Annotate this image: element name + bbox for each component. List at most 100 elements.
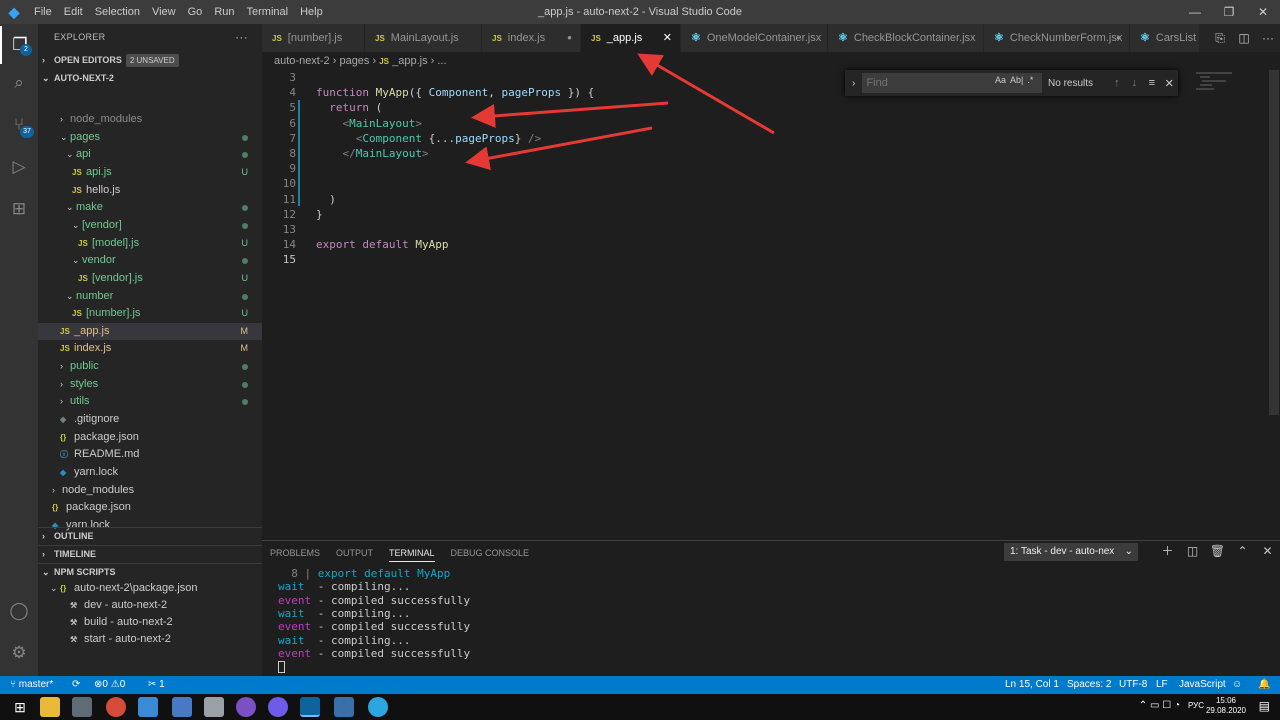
windows-start-icon[interactable]: ⊞	[10, 697, 30, 717]
app-icon[interactable]	[138, 697, 158, 717]
encoding[interactable]: UTF-8	[1119, 676, 1147, 694]
clock[interactable]: 15:06 29.08.2020	[1206, 696, 1246, 716]
tree-item[interactable]: › node_modules	[38, 482, 262, 500]
match-word-icon[interactable]: Ab|	[1010, 75, 1023, 85]
minimize-icon[interactable]: —	[1178, 0, 1212, 24]
tree-item[interactable]: {} package.json	[38, 429, 262, 447]
timeline-section[interactable]: › TIMELINE	[38, 545, 262, 562]
tab-4[interactable]: ⚛ OneModelContainer.jsx	[681, 24, 828, 52]
menu-file[interactable]: File	[28, 6, 58, 18]
find-in-selection-icon[interactable]: ≡	[1143, 77, 1160, 89]
tree-item[interactable]: {} package.json	[38, 499, 262, 517]
more-actions-icon[interactable]: ···	[1256, 31, 1280, 45]
tree-item[interactable]: ⓘ README.md	[38, 446, 262, 464]
tree-item[interactable]: › utils	[38, 393, 262, 411]
outline-section[interactable]: › OUTLINE	[38, 527, 262, 544]
breadcrumb-item[interactable]: pages	[339, 55, 369, 67]
app-icon[interactable]	[334, 697, 354, 717]
breadcrumb-item[interactable]: auto-next-2	[274, 55, 330, 67]
breadcrumb-item[interactable]: _app.js	[392, 55, 427, 67]
chevron-up-icon[interactable]: ⌃	[1230, 541, 1255, 561]
tree-item[interactable]: ⌄ [vendor]	[38, 217, 262, 235]
tree-item[interactable]: JS hello.js	[38, 182, 262, 200]
tab-2[interactable]: JS index.js ●	[482, 24, 581, 52]
source-control-icon[interactable]: ⑂	[0, 106, 38, 144]
regex-icon[interactable]: .*	[1027, 75, 1033, 85]
editor-scrollbar[interactable]	[1269, 70, 1279, 415]
tree-item[interactable]: ⌄ number	[38, 288, 262, 306]
arrow-up-icon[interactable]: ↑	[1108, 77, 1125, 89]
problems-indicator[interactable]: ⊗0 ⚠0	[94, 676, 125, 694]
tree-item[interactable]: JS [model].js U	[38, 235, 262, 253]
search-icon[interactable]: ⌕	[0, 64, 38, 102]
menu-go[interactable]: Go	[182, 6, 209, 18]
tab-7[interactable]: ⚛ CarsList	[1130, 24, 1200, 52]
system-tray-icons[interactable]: ⌃ ▭ ☐ ◔	[1139, 700, 1180, 711]
sync-icon[interactable]: ⟳	[72, 676, 80, 694]
account-icon[interactable]: ◯	[0, 592, 38, 630]
calculator-icon[interactable]	[204, 697, 224, 717]
app-icon[interactable]	[72, 697, 92, 717]
tab-5[interactable]: ⚛ CheckBlockContainer.jsx	[828, 24, 984, 52]
npm-package-item[interactable]: ⌄{} auto-next-2\package.json	[38, 580, 262, 598]
tree-item[interactable]: JS _app.js M	[38, 322, 262, 341]
tree-item[interactable]: › styles	[38, 376, 262, 394]
split-editor-icon[interactable]: ◫	[1232, 31, 1256, 45]
restore-icon[interactable]: ❐	[1212, 0, 1246, 24]
arrow-down-icon[interactable]: ↓	[1126, 77, 1143, 89]
tab-debug-console[interactable]: DEBUG CONSOLE	[451, 545, 530, 562]
tree-item[interactable]: ⌄ make	[38, 199, 262, 217]
menu-terminal[interactable]: Terminal	[241, 6, 295, 18]
menu-edit[interactable]: Edit	[58, 6, 89, 18]
npm-script-build[interactable]: ⚒ build - auto-next-2	[38, 614, 262, 632]
menu-run[interactable]: Run	[208, 6, 240, 18]
notification-icon[interactable]: ▤	[1259, 699, 1270, 713]
tree-item[interactable]: JS api.js U	[38, 164, 262, 182]
menu-view[interactable]: View	[146, 6, 182, 18]
tab-terminal[interactable]: TERMINAL	[389, 545, 435, 562]
telegram-icon[interactable]	[368, 697, 388, 717]
cursor-position[interactable]: Ln 15, Col 1	[1005, 676, 1059, 694]
tab-6[interactable]: ⚛ CheckNumberForm.jsx ●	[984, 24, 1130, 52]
chrome-icon[interactable]	[106, 697, 126, 717]
tree-item[interactable]: ⌄ api	[38, 146, 262, 164]
language-mode[interactable]: JavaScript	[1179, 676, 1226, 694]
feedback-icon[interactable]: ☺	[1232, 676, 1242, 694]
bell-icon[interactable]: 🔔	[1258, 676, 1270, 694]
code-editor[interactable]: 3 4 function MyApp({ Component, pageProps …	[262, 70, 1280, 540]
breadcrumb-item[interactable]: ...	[437, 55, 446, 67]
viber-icon[interactable]	[236, 697, 256, 717]
unsaved-dot-icon[interactable]: ●	[567, 24, 572, 52]
tree-item[interactable]: ◆ yarn.lock	[38, 464, 262, 482]
app-icon[interactable]	[268, 697, 288, 717]
tree-item[interactable]: JS [vendor].js U	[38, 270, 262, 288]
extensions-icon[interactable]: ⊞	[0, 190, 38, 228]
close-icon[interactable]: ✕	[663, 24, 672, 52]
trash-icon[interactable]: 🗑	[1205, 541, 1230, 561]
plus-icon[interactable]: ＋	[1155, 541, 1180, 561]
menu-help[interactable]: Help	[294, 6, 329, 18]
tree-item[interactable]: JS [number].js U	[38, 305, 262, 323]
match-case-icon[interactable]: Aa	[995, 75, 1006, 85]
unsaved-dot-icon[interactable]: ●	[1116, 24, 1121, 52]
npm-script-start[interactable]: ⚒ start - auto-next-2	[38, 631, 262, 649]
tree-item[interactable]: › node_modules	[38, 111, 262, 129]
keyboard-language[interactable]: РУС	[1188, 701, 1204, 710]
run-debug-icon[interactable]: ▷	[0, 148, 38, 186]
tab-problems[interactable]: PROBLEMS	[270, 545, 320, 562]
open-editors-section[interactable]: › OPEN EDITORS 2 UNSAVED	[38, 52, 262, 69]
ports-indicator[interactable]: ✂ 1	[148, 676, 165, 694]
split-terminal-icon[interactable]: ◫	[1180, 541, 1205, 561]
settings-gear-icon[interactable]: ⚙	[0, 634, 38, 672]
line-ending[interactable]: LF	[1156, 676, 1168, 694]
tree-item[interactable]: › public	[38, 358, 262, 376]
close-icon[interactable]: ✕	[1161, 77, 1178, 90]
branch-indicator[interactable]: ⑂ master*	[10, 676, 53, 694]
indentation[interactable]: Spaces: 2	[1067, 676, 1111, 694]
tab-output[interactable]: OUTPUT	[336, 545, 373, 562]
tree-item[interactable]: JS index.js M	[38, 340, 262, 358]
split-compare-icon[interactable]: ⎘	[1208, 31, 1232, 46]
menu-selection[interactable]: Selection	[89, 6, 146, 18]
minimap[interactable]	[1190, 70, 1268, 150]
npm-scripts-section[interactable]: ⌄ NPM SCRIPTS	[38, 563, 262, 580]
